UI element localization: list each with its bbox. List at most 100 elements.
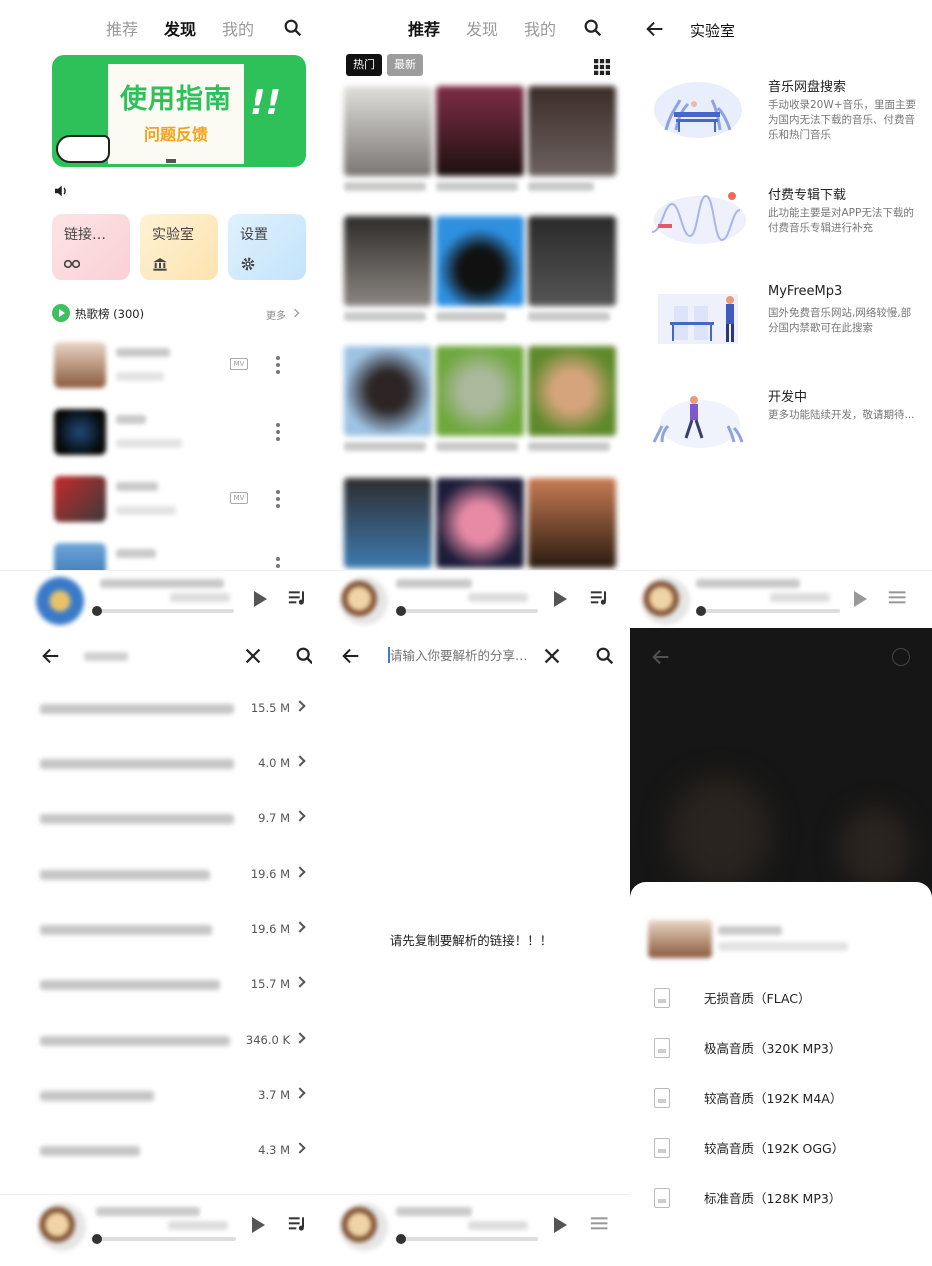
search-icon[interactable]: [582, 17, 604, 39]
playlist-icon[interactable]: [288, 589, 308, 607]
progress-thumb[interactable]: [396, 1234, 406, 1244]
mini-player[interactable]: [630, 570, 932, 628]
playlist-icon[interactable]: [888, 589, 908, 607]
lab-item-album[interactable]: 付费专辑下载 此功能主要是对APP无法下载的付费音乐专辑进行补充: [646, 184, 926, 264]
quality-option-128k[interactable]: 标准音质（128K MP3）: [654, 1184, 914, 1214]
lab-item-netdisk[interactable]: 音乐网盘搜索 手动收录20W+音乐，里面主要为国内无法下载的音乐、付费音乐和热门…: [646, 76, 926, 156]
pointing-hand-icon: [56, 135, 110, 163]
lab-item-myfreemp3[interactable]: MyFreeMp3 国外免费音乐网站,网络较慢,部分国内禁歌可在此搜索: [646, 284, 926, 364]
share-link-input[interactable]: [390, 644, 532, 666]
tab-discover[interactable]: 发现: [466, 16, 498, 40]
more-vert-icon[interactable]: [276, 356, 280, 377]
play-icon[interactable]: [252, 1217, 265, 1233]
progress-thumb[interactable]: [92, 606, 102, 616]
playlist-cover[interactable]: [528, 478, 616, 568]
playlist-cover[interactable]: [436, 216, 524, 306]
filter-hot[interactable]: 热门: [346, 54, 382, 76]
progress-bar[interactable]: [700, 609, 840, 613]
close-icon[interactable]: [541, 645, 563, 667]
play-icon[interactable]: [854, 591, 867, 607]
mini-player[interactable]: [0, 570, 312, 628]
more-vert-icon[interactable]: [276, 423, 280, 444]
progress-bar[interactable]: [398, 1237, 538, 1241]
tab-recommend[interactable]: 推荐: [106, 16, 138, 40]
playlist-cover[interactable]: [436, 86, 524, 176]
playlist-cover[interactable]: [436, 346, 524, 436]
more-vert-icon[interactable]: [276, 490, 280, 511]
song-row[interactable]: MV: [54, 476, 309, 524]
result-row[interactable]: 346.0 K: [40, 1030, 308, 1052]
quick-settings-button[interactable]: 设置: [228, 214, 306, 280]
more-link[interactable]: 更多: [266, 307, 286, 322]
quick-lab-button[interactable]: 实验室: [140, 214, 218, 280]
grid-view-icon[interactable]: [594, 59, 610, 75]
play-icon[interactable]: [554, 1217, 567, 1233]
result-row[interactable]: 3.7 M: [40, 1085, 308, 1107]
quality-option-192k-ogg[interactable]: 较高音质（192K OGG）: [654, 1134, 914, 1164]
playlist-icon[interactable]: [288, 1215, 308, 1233]
more-icon[interactable]: [892, 648, 910, 666]
search-icon[interactable]: [282, 17, 304, 39]
quality-option-320k[interactable]: 极高音质（320K MP3）: [654, 1034, 914, 1064]
playlist-cover[interactable]: [528, 216, 616, 306]
playlist-cover[interactable]: [344, 478, 432, 568]
lab-item-title: 音乐网盘搜索: [768, 80, 847, 95]
now-playing-cover: [642, 577, 690, 625]
playlist-cover[interactable]: [528, 346, 616, 436]
result-row[interactable]: 15.7 M: [40, 974, 308, 996]
progress-thumb[interactable]: [396, 606, 406, 616]
song-row[interactable]: MV: [54, 342, 309, 390]
close-icon[interactable]: [242, 645, 264, 667]
now-playing-cover: [36, 577, 84, 625]
mini-player[interactable]: [0, 1194, 312, 1266]
filter-new[interactable]: 最新: [387, 54, 423, 76]
progress-thumb[interactable]: [696, 606, 706, 616]
play-circle-icon[interactable]: [52, 304, 70, 322]
tab-mine[interactable]: 我的: [222, 16, 254, 40]
progress-bar[interactable]: [94, 609, 234, 613]
result-row[interactable]: 4.0 M: [40, 753, 308, 775]
playlist-cover[interactable]: [344, 346, 432, 436]
song-cover: [54, 476, 106, 522]
result-row[interactable]: 15.5 M: [40, 698, 308, 720]
result-row[interactable]: 19.6 M: [40, 864, 308, 886]
quality-option-flac[interactable]: 无损音质（FLAC）: [654, 984, 914, 1014]
back-arrow-icon[interactable]: [644, 18, 666, 40]
banner-title: 使用指南: [120, 84, 232, 115]
mv-badge[interactable]: MV: [230, 492, 248, 504]
back-arrow-icon[interactable]: [650, 646, 672, 668]
search-icon[interactable]: [294, 645, 312, 667]
result-row[interactable]: 9.7 M: [40, 808, 308, 830]
search-query[interactable]: [84, 652, 128, 661]
guide-banner[interactable]: 使用指南 问题反馈 !!: [52, 55, 306, 167]
play-icon[interactable]: [254, 591, 267, 607]
volume-icon[interactable]: [52, 182, 70, 200]
play-icon[interactable]: [554, 591, 567, 607]
mini-player[interactable]: [312, 570, 630, 628]
progress-thumb[interactable]: [92, 1234, 102, 1244]
result-row[interactable]: 4.3 M: [40, 1140, 308, 1162]
tab-discover[interactable]: 发现: [164, 16, 196, 40]
back-arrow-icon[interactable]: [340, 645, 362, 667]
result-row[interactable]: 19.6 M: [40, 919, 308, 941]
back-arrow-icon[interactable]: [40, 645, 62, 667]
mini-player[interactable]: [312, 1194, 630, 1266]
lab-item-dev[interactable]: 开发中 更多功能陆续开发，敬请期待...: [646, 386, 926, 466]
chevron-right-icon: [294, 976, 306, 988]
playlist-icon[interactable]: [590, 1215, 610, 1233]
tab-mine[interactable]: 我的: [524, 16, 556, 40]
chevron-right-icon: [294, 1087, 306, 1099]
tab-recommend[interactable]: 推荐: [408, 16, 440, 40]
progress-bar[interactable]: [96, 1237, 236, 1241]
playlist-cover[interactable]: [344, 216, 432, 306]
playlist-cover[interactable]: [436, 478, 524, 568]
search-icon[interactable]: [594, 645, 616, 667]
playlist-icon[interactable]: [590, 589, 610, 607]
progress-bar[interactable]: [398, 609, 538, 613]
quality-option-192k-m4a[interactable]: 较高音质（192K M4A）: [654, 1084, 914, 1114]
mv-badge[interactable]: MV: [230, 358, 248, 370]
playlist-cover[interactable]: [344, 86, 432, 176]
playlist-cover[interactable]: [528, 86, 616, 176]
quick-link-button[interactable]: 链接…: [52, 214, 130, 280]
song-row[interactable]: [54, 409, 309, 457]
